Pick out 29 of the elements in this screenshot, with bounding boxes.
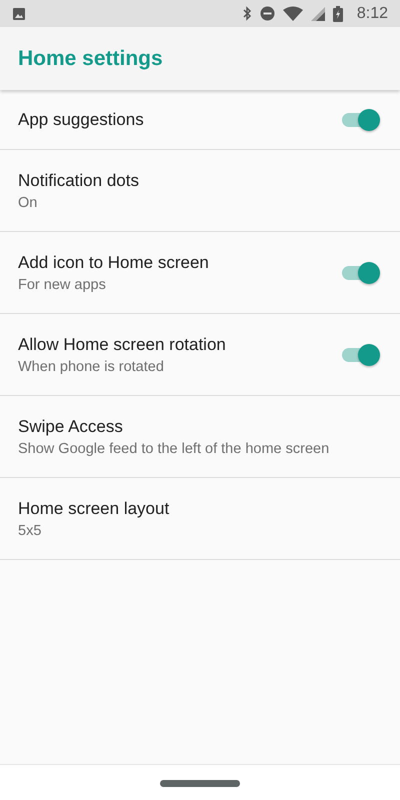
home-handle[interactable] (160, 780, 240, 787)
setting-summary: On (18, 194, 38, 210)
toggle-switch[interactable] (342, 108, 378, 132)
setting-title: Notification dots (18, 170, 140, 190)
settings-item[interactable]: Add icon to Home screen For new apps (0, 232, 400, 314)
bluetooth-icon (242, 6, 252, 21)
settings-item[interactable]: Swipe Access Show Google feed to the left of the home screen (0, 396, 400, 478)
setting-title: Swipe Access (18, 416, 124, 436)
toggle-switch[interactable] (342, 260, 378, 284)
status-time: 8:12 (356, 4, 388, 22)
setting-title: Home screen layout (18, 498, 170, 518)
wifi-icon (282, 6, 303, 21)
setting-summary: Show Google feed to the left of the home screen (18, 440, 330, 456)
setting-summary: When phone is rotated (18, 358, 165, 374)
page-title: Home settings (18, 46, 163, 70)
signal-icon (310, 6, 325, 20)
setting-summary: For new apps (18, 276, 107, 292)
setting-title: App suggestions (18, 110, 145, 130)
setting-title: Add icon to Home screen (18, 252, 210, 272)
toggle-switch[interactable] (342, 342, 378, 366)
settings-item[interactable]: Notification dots On (0, 150, 400, 232)
setting-summary: 5x5 (18, 522, 42, 538)
settings-item[interactable]: Home screen layout 5x5 (0, 478, 400, 560)
battery-icon (332, 6, 343, 22)
do-not-disturb-icon (260, 6, 275, 21)
image-icon (12, 6, 26, 20)
settings-item[interactable]: Allow Home screen rotation When phone is rotated (0, 314, 400, 396)
settings-item[interactable]: App suggestions (0, 90, 400, 150)
setting-title: Allow Home screen rotation (18, 334, 227, 354)
